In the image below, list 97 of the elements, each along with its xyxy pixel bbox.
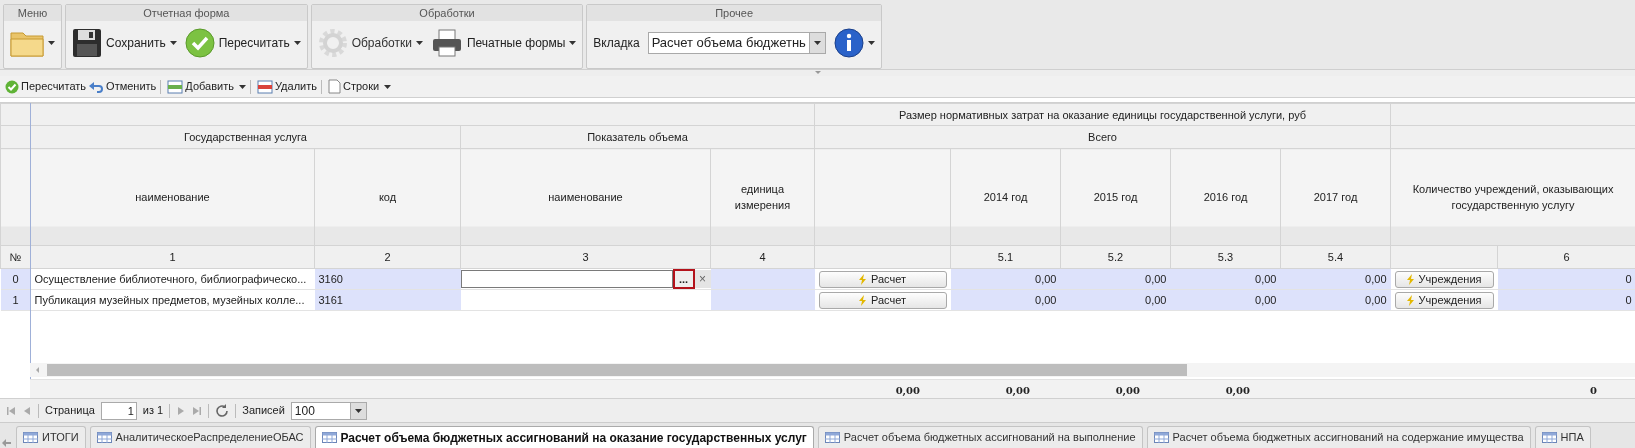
toolbar-button[interactable]: Пересчитать (5, 78, 87, 95)
table-icon (96, 432, 112, 443)
calculate-button[interactable]: Расчет (818, 291, 947, 309)
browse-button[interactable]: ... (672, 269, 695, 289)
column-header: наименование (460, 148, 711, 246)
group-title: Обработки (311, 5, 583, 21)
caret-icon[interactable] (48, 41, 55, 45)
tab[interactable]: НПА (1534, 426, 1591, 448)
printer-icon[interactable] (430, 28, 463, 58)
tab-select[interactable]: Расчет объема бюджетнь (647, 32, 826, 54)
ribbon-button[interactable]: Сохранить (72, 28, 177, 58)
column-header: единица измерения (710, 148, 815, 246)
column-header: Размер нормативных затрат на оказание единицы государственной услуги, руб (814, 103, 1391, 126)
scroll-left-icon[interactable] (2, 438, 12, 448)
add-row-icon[interactable] (167, 79, 184, 94)
group-title: Отчетная форма (66, 5, 307, 21)
column-header: 2015 год (1060, 148, 1171, 246)
calculate-button[interactable]: Расчет (818, 270, 947, 288)
caret-icon[interactable] (569, 41, 577, 45)
column-header: 1 (30, 245, 315, 269)
column-header: 5.4 (1280, 245, 1391, 269)
caret-icon[interactable] (293, 41, 301, 45)
tab[interactable]: АналитическоеРаспределениеОБАС (89, 426, 311, 448)
institutions-button[interactable]: Учреждения (1394, 291, 1494, 309)
table-cell: Осуществление библиотечного, библиографическо... (30, 268, 315, 290)
column-header: 2 (314, 245, 461, 269)
page-count: из 1 (142, 403, 164, 419)
caret-icon[interactable] (867, 41, 875, 45)
total-value: 0,00 (894, 384, 920, 398)
records-label: Записей (242, 403, 285, 419)
field-label: Вкладка (593, 35, 640, 52)
column-header: 2014 год (950, 148, 1061, 246)
table-cell: Публикация музейных предметов, музейных колле... (30, 289, 315, 311)
ribbon-button[interactable]: Печатные формы (430, 28, 577, 58)
tab[interactable]: Расчет объема бюджетных ассигнований на выполнение (817, 426, 1143, 448)
toolbar-button[interactable]: Строки (327, 78, 392, 95)
total-value: 0 (1589, 384, 1597, 398)
column-header: наименование (30, 148, 315, 246)
row-number: 0 (0, 268, 31, 290)
refresh-icon[interactable] (215, 403, 230, 418)
institutions-button[interactable]: Учреждения (1394, 270, 1494, 288)
table-icon (321, 432, 337, 443)
total-value: 0,00 (1224, 384, 1250, 398)
ribbon-button[interactable]: Пересчитать (184, 28, 301, 58)
toolbar-button[interactable]: Удалить (256, 78, 317, 95)
lightning-icon (859, 294, 867, 306)
horizontal-scrollbar[interactable] (47, 364, 1187, 376)
undo-arrow-icon[interactable] (88, 80, 105, 93)
table-cell: 0 (1497, 268, 1635, 290)
column-header: Количество учреждений, оказывающих государственную услугу (1390, 148, 1635, 246)
tab[interactable]: Расчет объема бюджетных ассигнований на оказание государственных услуг (314, 426, 814, 448)
records-select[interactable]: 100 (290, 401, 367, 420)
caret-icon[interactable] (813, 41, 821, 45)
column-header: 5.1 (950, 245, 1061, 269)
total-value: 0,00 (1114, 384, 1140, 398)
caret-icon[interactable] (354, 408, 362, 413)
delete-row-icon[interactable] (256, 79, 273, 94)
column-header: 2016 год (1170, 148, 1281, 246)
table-cell: 0,00 (950, 268, 1061, 290)
tab[interactable]: ИТОГИ (16, 426, 86, 448)
column-header: Государственная услуга (30, 125, 461, 149)
toolbar-button[interactable]: Отменить (88, 78, 157, 95)
page-field[interactable]: 1 (100, 401, 137, 420)
group-title: Меню (4, 5, 61, 21)
table-cell: 0 (1497, 289, 1635, 311)
group-title: Прочее (587, 5, 881, 21)
input-field[interactable] (460, 270, 673, 288)
table-icon (1153, 432, 1169, 443)
table-icon (824, 432, 840, 443)
tab[interactable]: Расчет объема бюджетных ассигнований на содержание имущества (1146, 426, 1531, 448)
caret-icon[interactable] (238, 84, 246, 89)
column-header: Показатель объема (460, 125, 815, 149)
column-header: код (314, 148, 461, 246)
lightning-icon (1406, 294, 1415, 306)
check-icon[interactable] (5, 79, 19, 94)
table-cell: 0,00 (950, 289, 1061, 311)
page-label: Страница (45, 403, 95, 419)
document-icon[interactable] (327, 79, 341, 94)
column-header: 5.3 (1170, 245, 1281, 269)
caret-icon[interactable] (169, 41, 177, 45)
total-value: 0,00 (1004, 384, 1030, 398)
caret-icon[interactable] (384, 84, 392, 89)
column-header: № (0, 245, 31, 269)
info-icon[interactable] (833, 28, 864, 58)
column-header: 3 (460, 245, 711, 269)
lightning-icon (1406, 273, 1415, 285)
toolbar-button[interactable]: Добавить (167, 78, 246, 95)
check-icon[interactable] (184, 28, 215, 58)
table-icon (23, 432, 38, 443)
column-header: 6 (1497, 245, 1635, 269)
column-header: Всего (814, 125, 1391, 149)
column-header: 2017 год (1280, 148, 1391, 246)
table-icon (1541, 432, 1557, 443)
info-button[interactable] (833, 28, 875, 58)
column-header: 5.2 (1060, 245, 1171, 269)
row-number: 1 (0, 289, 31, 311)
lightning-icon (859, 273, 867, 285)
